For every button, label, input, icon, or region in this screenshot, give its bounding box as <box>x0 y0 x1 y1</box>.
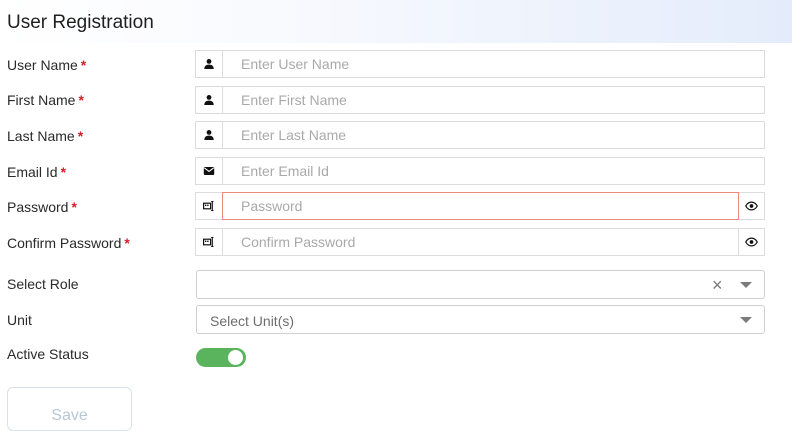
eye-icon[interactable] <box>739 228 765 256</box>
envelope-icon <box>195 157 222 185</box>
confirm-password-row: Confirm Password * <box>0 228 792 258</box>
confirm-password-label: Confirm Password * <box>7 235 130 251</box>
role-label: Select Role <box>7 276 79 292</box>
required-marker: * <box>71 199 77 215</box>
password-label: Password * <box>7 199 77 215</box>
user-icon <box>195 121 222 149</box>
email-label: Email Id * <box>7 164 67 180</box>
email-input[interactable] <box>222 157 765 185</box>
last-name-input[interactable] <box>222 121 765 149</box>
required-marker: * <box>60 164 67 180</box>
key-icon <box>195 228 222 256</box>
toggle-knob <box>228 350 243 365</box>
email-row: Email Id * <box>0 157 792 187</box>
clear-icon[interactable]: × <box>712 275 723 295</box>
role-select[interactable]: × <box>196 270 765 299</box>
required-marker: * <box>124 235 130 251</box>
user-icon <box>195 50 222 78</box>
last-name-row: Last Name * <box>0 121 792 151</box>
unit-placeholder: Select Unit(s) <box>210 313 295 329</box>
page-header: User Registration <box>0 0 792 43</box>
required-marker: * <box>78 92 84 108</box>
password-row: Password * <box>0 192 792 222</box>
role-row: Select Role × <box>0 270 792 300</box>
first-name-label: First Name * <box>7 92 84 108</box>
password-input[interactable] <box>222 192 739 220</box>
chevron-down-icon[interactable] <box>740 317 752 323</box>
active-status-label: Active Status <box>7 346 89 362</box>
user-icon <box>195 86 222 114</box>
unit-select[interactable]: Select Unit(s) <box>196 305 765 334</box>
key-icon <box>195 192 222 220</box>
eye-icon[interactable] <box>739 192 765 220</box>
first-name-row: First Name * <box>0 86 792 116</box>
last-name-label: Last Name * <box>7 128 84 144</box>
active-status-toggle[interactable] <box>196 348 246 367</box>
chevron-down-icon[interactable] <box>740 282 752 288</box>
confirm-password-input[interactable] <box>222 228 739 256</box>
first-name-input[interactable] <box>222 86 765 114</box>
page-title: User Registration <box>7 12 154 33</box>
user-name-row: User Name * <box>0 50 792 80</box>
user-name-label: User Name * <box>7 57 87 73</box>
user-name-input[interactable] <box>222 50 765 78</box>
required-marker: * <box>77 128 84 144</box>
required-marker: * <box>80 57 87 73</box>
save-button[interactable]: Save <box>7 387 132 431</box>
unit-label: Unit <box>7 312 32 328</box>
unit-row: Unit Select Unit(s) <box>0 305 792 335</box>
